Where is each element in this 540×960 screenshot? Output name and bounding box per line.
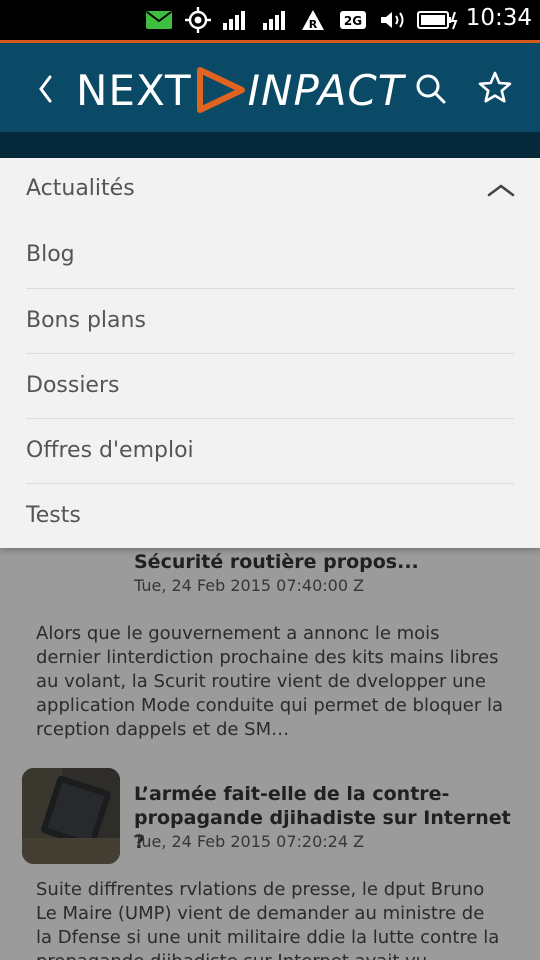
logo-next: NEXT bbox=[76, 65, 192, 115]
logo-play-mark bbox=[196, 67, 245, 113]
menu-item-blog[interactable]: Blog bbox=[26, 223, 514, 288]
menu-item-label: Blog bbox=[26, 242, 75, 267]
message-icon bbox=[145, 8, 173, 32]
back-button[interactable] bbox=[32, 69, 62, 109]
category-selector[interactable]: Actualités bbox=[0, 158, 540, 223]
status-bar: R 2G 10:34 bbox=[0, 0, 540, 40]
chevron-up-icon bbox=[487, 184, 515, 197]
app-header: NEXT INPACT bbox=[0, 40, 540, 132]
search-button[interactable] bbox=[413, 71, 449, 107]
selected-category-label: Actualités bbox=[26, 176, 135, 201]
header-shadow-strip bbox=[0, 132, 540, 158]
menu-item-dossiers[interactable]: Dossiers bbox=[26, 353, 514, 418]
network-2g-icon: 2G bbox=[340, 8, 366, 32]
battery-charging-icon bbox=[417, 8, 459, 32]
svg-text:2G: 2G bbox=[344, 14, 362, 28]
svg-text:R: R bbox=[309, 18, 318, 31]
menu-item-bons-plans[interactable]: Bons plans bbox=[26, 288, 514, 353]
menu-item-tests[interactable]: Tests bbox=[26, 483, 514, 548]
menu-item-label: Tests bbox=[26, 503, 81, 528]
logo-inpact: INPACT bbox=[247, 65, 405, 115]
menu-item-label: Dossiers bbox=[26, 373, 120, 398]
favorites-star-button[interactable] bbox=[476, 69, 514, 107]
menu-item-offres-emploi[interactable]: Offres d'emploi bbox=[26, 418, 514, 483]
volume-icon bbox=[379, 8, 407, 32]
menu-item-label: Offres d'emploi bbox=[26, 438, 194, 463]
signal-1-icon bbox=[222, 8, 248, 32]
roaming-icon: R bbox=[301, 8, 325, 32]
category-dropdown: Actualités Blog Bons plans Dossiers Offr… bbox=[0, 158, 540, 548]
dim-overlay[interactable] bbox=[0, 548, 540, 960]
gps-icon bbox=[184, 7, 212, 33]
status-time: 10:34 bbox=[465, 5, 532, 31]
menu-item-label: Bons plans bbox=[26, 308, 146, 333]
signal-2-icon bbox=[262, 8, 288, 32]
app-logo: NEXT INPACT bbox=[76, 65, 404, 115]
